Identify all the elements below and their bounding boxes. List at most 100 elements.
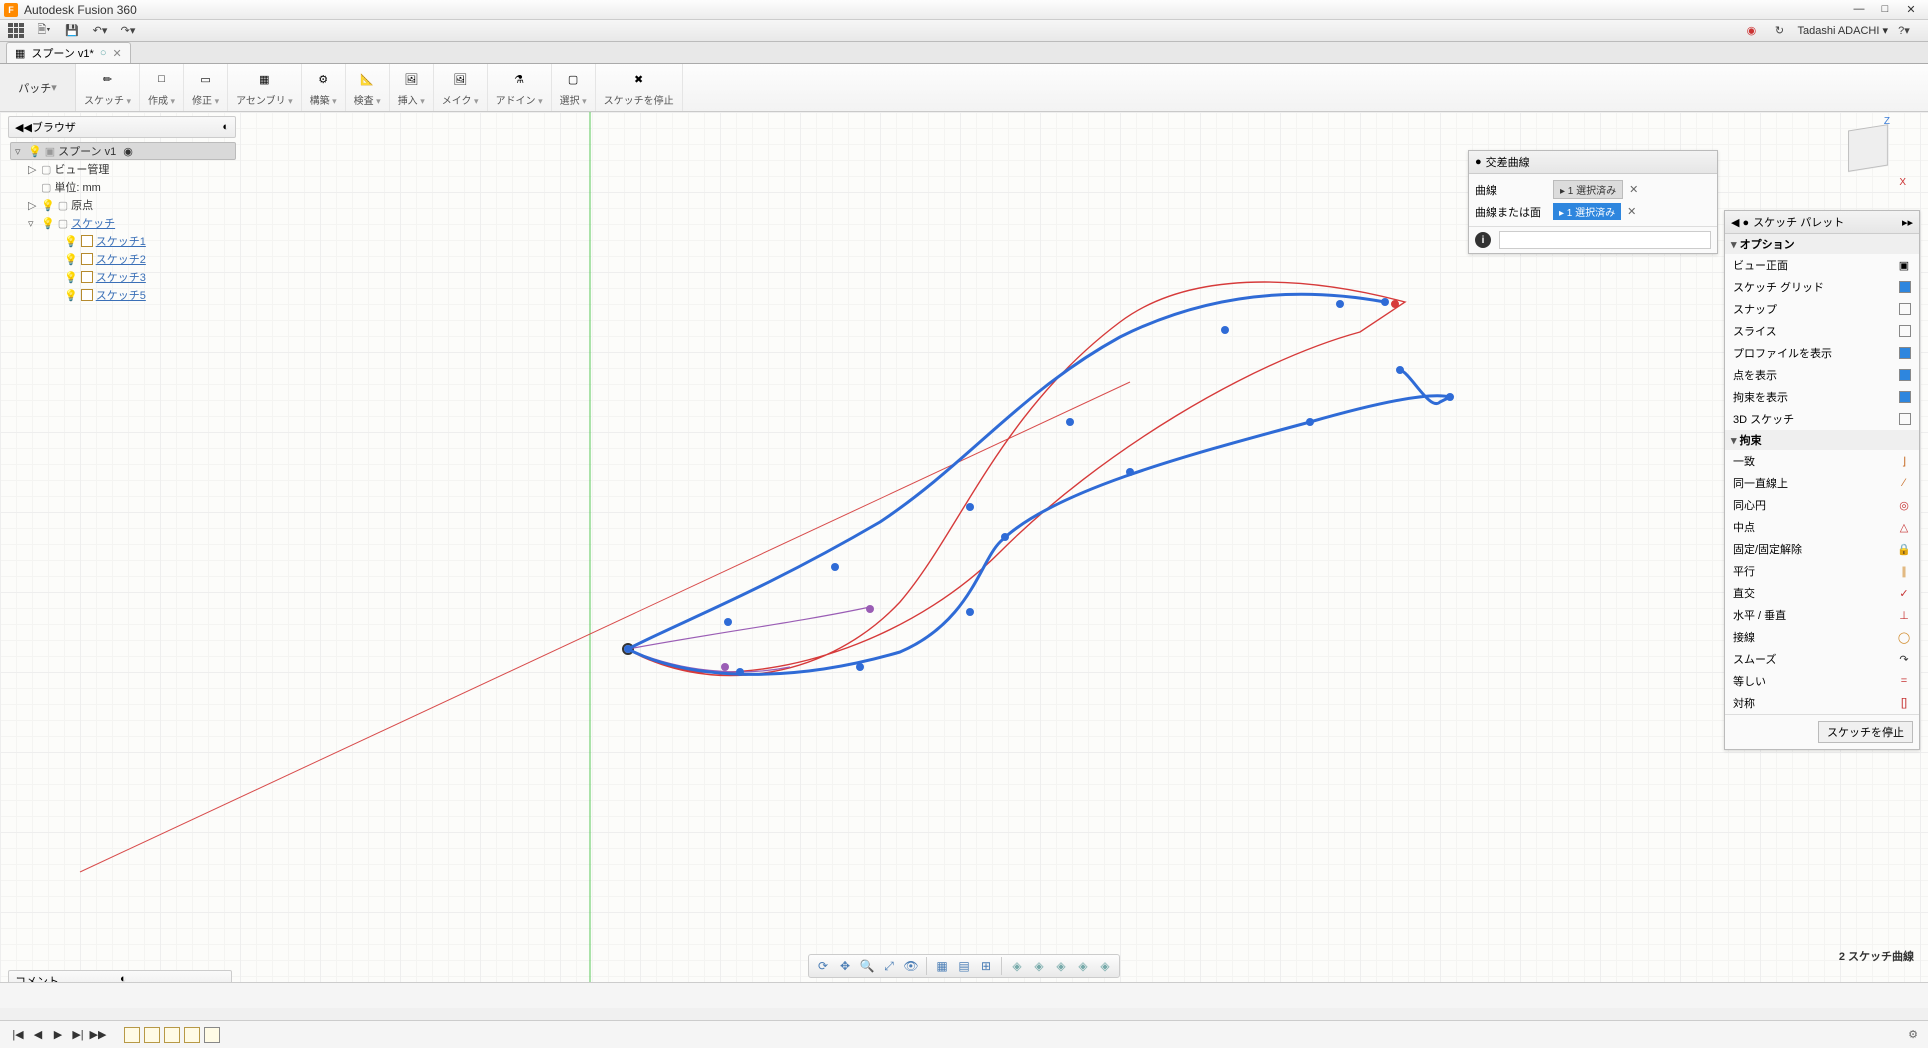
ribbon-group-スケッチ[interactable]: ✏スケッチ	[76, 64, 140, 111]
save-icon[interactable]: 💾	[62, 22, 82, 40]
info-icon[interactable]: i	[1475, 232, 1491, 248]
view-cube[interactable]: Z X	[1840, 120, 1904, 184]
close-button[interactable]: ✕	[1898, 3, 1924, 16]
checkbox[interactable]	[1899, 391, 1911, 403]
pan-icon[interactable]: ✥	[835, 957, 855, 975]
palette-option[interactable]: 直交✓	[1725, 582, 1919, 604]
palette-option[interactable]: 同心円◎	[1725, 494, 1919, 516]
ribbon-group-メイク[interactable]: 🖼メイク	[434, 64, 488, 111]
minimize-button[interactable]: —	[1846, 3, 1872, 16]
tree-sketch-item[interactable]: 💡スケッチ2	[10, 250, 236, 268]
checkbox[interactable]	[1899, 325, 1911, 337]
palette-option[interactable]: 3D スケッチ	[1725, 408, 1919, 430]
constraint-icon[interactable]: ∥	[1897, 565, 1911, 578]
look-at-icon[interactable]: 👁	[901, 957, 921, 975]
ribbon-group-構築[interactable]: ⚙構築	[302, 64, 346, 111]
stop-sketch-button[interactable]: スケッチを停止	[1818, 721, 1913, 743]
ribbon-group-挿入[interactable]: 🖼挿入	[390, 64, 434, 111]
timeline-play-icon[interactable]: ▶	[50, 1027, 66, 1043]
dialog-header[interactable]: ● 交差曲線	[1469, 151, 1717, 174]
palette-expand-icon[interactable]: ▸▸	[1902, 216, 1913, 229]
tree-sketch-item[interactable]: 💡スケッチ1	[10, 232, 236, 250]
clear-selection-icon[interactable]: ✕	[1629, 183, 1638, 196]
grid-settings-icon[interactable]: ▤	[954, 957, 974, 975]
eff2-icon[interactable]: ◈	[1029, 957, 1049, 975]
tree-node[interactable]: ▿💡▢スケッチ	[10, 214, 236, 232]
checkbox[interactable]	[1899, 303, 1911, 315]
updates-icon[interactable]: ↻	[1769, 22, 1789, 40]
constraint-icon[interactable]: ✓	[1897, 587, 1911, 600]
tree-root[interactable]: ▿💡▣ スプーン v1◉	[10, 142, 236, 160]
selection-chip[interactable]: ▸ 1 選択済み	[1553, 180, 1623, 199]
display-style-icon[interactable]: ▦	[932, 957, 952, 975]
close-tab-icon[interactable]: ✕	[112, 47, 121, 60]
timeline-feature-5[interactable]	[204, 1027, 220, 1043]
tree-node[interactable]: ▢単位: mm	[10, 178, 236, 196]
checkbox[interactable]	[1899, 413, 1911, 425]
palette-option[interactable]: 固定/固定解除🔒	[1725, 538, 1919, 560]
constraint-icon[interactable]: ⁄	[1897, 477, 1911, 489]
checkbox[interactable]	[1899, 369, 1911, 381]
palette-option[interactable]: 等しい=	[1725, 670, 1919, 692]
palette-option[interactable]: スナップ	[1725, 298, 1919, 320]
constraint-icon[interactable]: ◯	[1897, 631, 1911, 644]
orbit-icon[interactable]: ⟳	[813, 957, 833, 975]
timeline-feature-3[interactable]	[164, 1027, 180, 1043]
file-menu-icon[interactable]: 🗎▾	[34, 22, 54, 40]
palette-option[interactable]: 拘束を表示	[1725, 386, 1919, 408]
timeline-feature-4[interactable]	[184, 1027, 200, 1043]
timeline-prev-icon[interactable]: ◀	[30, 1027, 46, 1043]
eff4-icon[interactable]: ◈	[1073, 957, 1093, 975]
eff3-icon[interactable]: ◈	[1051, 957, 1071, 975]
ribbon-group-選択[interactable]: ▢選択	[552, 64, 596, 111]
user-name[interactable]: Tadashi ADACHI ▾	[1797, 24, 1888, 37]
palette-section-header[interactable]: オプション	[1725, 234, 1919, 254]
palette-option[interactable]: 対称[]	[1725, 692, 1919, 714]
maximize-button[interactable]: □	[1872, 3, 1898, 16]
tree-node[interactable]: ▷▢ビュー管理	[10, 160, 236, 178]
palette-section-header[interactable]: 拘束	[1725, 430, 1919, 450]
palette-option[interactable]: ビュー正面▣	[1725, 254, 1919, 276]
palette-option[interactable]: 中点△	[1725, 516, 1919, 538]
tree-sketch-item[interactable]: 💡スケッチ3	[10, 268, 236, 286]
palette-option[interactable]: 接線◯	[1725, 626, 1919, 648]
ribbon-group-アセンブリ[interactable]: ▦アセンブリ	[228, 64, 302, 111]
tree-node[interactable]: ▷💡▢原点	[10, 196, 236, 214]
selection-chip[interactable]: ▸ 1 選択済み	[1553, 203, 1621, 220]
palette-option[interactable]: スケッチ グリッド	[1725, 276, 1919, 298]
help-icon[interactable]: ?▾	[1894, 22, 1914, 40]
checkbox[interactable]	[1899, 281, 1911, 293]
timeline-feature-1[interactable]	[124, 1027, 140, 1043]
palette-option[interactable]: スムーズ↷	[1725, 648, 1919, 670]
browser-header[interactable]: ◀◀ ブラウザ ◐	[8, 116, 236, 138]
eff1-icon[interactable]: ◈	[1007, 957, 1027, 975]
checkbox[interactable]	[1899, 347, 1911, 359]
ribbon-group-修正[interactable]: ▭修正	[184, 64, 228, 111]
constraint-icon[interactable]: ⌋	[1897, 455, 1911, 468]
fit-icon[interactable]: ⤢	[879, 957, 899, 975]
constraint-icon[interactable]: =	[1897, 675, 1911, 687]
clear-selection-icon[interactable]: ✕	[1627, 205, 1636, 218]
ribbon-group-スケッチを停止[interactable]: ✖スケッチを停止	[596, 64, 683, 111]
constraint-icon[interactable]: []	[1897, 697, 1911, 709]
palette-option[interactable]: 一致⌋	[1725, 450, 1919, 472]
constraint-icon[interactable]: △	[1897, 521, 1911, 534]
browser-options-icon[interactable]: ◐	[222, 121, 229, 133]
viewport-icon[interactable]: ⊞	[976, 957, 996, 975]
redo-icon[interactable]: ↷▾	[118, 22, 138, 40]
zoom-icon[interactable]: 🔍	[857, 957, 877, 975]
palette-header[interactable]: ◀ ●スケッチ パレット▸▸	[1725, 211, 1919, 234]
eff5-icon[interactable]: ◈	[1095, 957, 1115, 975]
ribbon-group-検査[interactable]: 📐検査	[346, 64, 390, 111]
apps-grid-icon[interactable]	[6, 22, 26, 40]
palette-option[interactable]: 平行∥	[1725, 560, 1919, 582]
canvas[interactable]: Z X ◀◀ ブラウザ ◐ ▿💡▣ スプーン v1◉ ▷▢ビュー管理▢単位: m…	[0, 112, 1928, 1008]
palette-option[interactable]: スライス	[1725, 320, 1919, 342]
ribbon-group-アドイン[interactable]: ⚗アドイン	[488, 64, 552, 111]
palette-option[interactable]: 点を表示	[1725, 364, 1919, 386]
constraint-icon[interactable]: ◎	[1897, 499, 1911, 512]
palette-option[interactable]: 同一直線上⁄	[1725, 472, 1919, 494]
timeline-end-icon[interactable]: ▶▶	[90, 1027, 106, 1043]
tree-sketch-item[interactable]: 💡スケッチ5	[10, 286, 236, 304]
timeline-feature-2[interactable]	[144, 1027, 160, 1043]
